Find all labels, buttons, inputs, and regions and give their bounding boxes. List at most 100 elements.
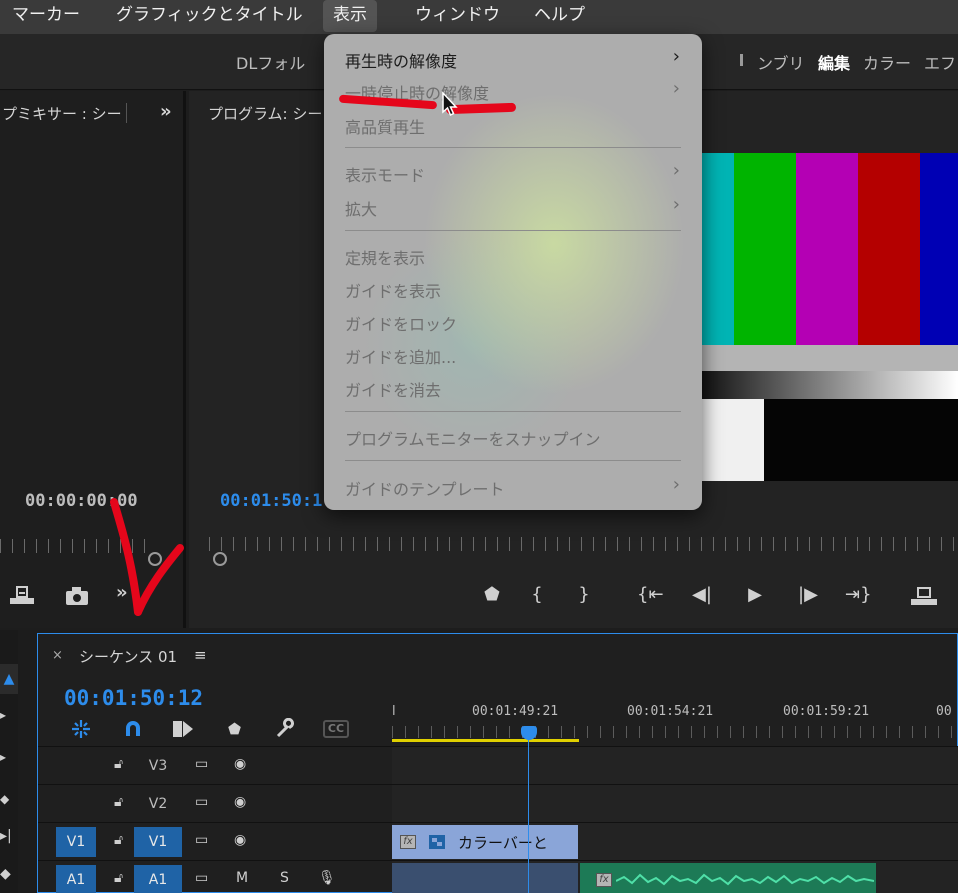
menu-item-lock-guides[interactable]: ガイドをロック xyxy=(345,311,457,335)
track-header-v1: V1 🔓︎ V1 ▭ ◉ xyxy=(38,823,392,861)
menu-item-show-guides[interactable]: ガイドを表示 xyxy=(345,278,441,302)
sync-lock-icon[interactable]: ▭ xyxy=(195,794,208,810)
clip-link-icon xyxy=(429,835,445,849)
sequence-tab[interactable]: シーケンス 01 xyxy=(79,646,177,667)
step-forward-icon[interactable]: |▶ xyxy=(795,581,821,609)
go-to-in-icon[interactable]: {⇤ xyxy=(637,581,664,609)
track-v3: 🔓︎ V3 ▭ ◉ xyxy=(38,746,958,785)
program-monitor-title[interactable]: プログラム: シー xyxy=(208,103,322,124)
menu-graphics-and-titles[interactable]: グラフィックとタイトル xyxy=(106,0,313,32)
tools-panel: ▲ ▸ ▸ ◆ ▸| ◆ xyxy=(0,630,18,893)
menu-item-display-mode[interactable]: 表示モード xyxy=(345,162,425,186)
slip-tool-icon[interactable]: ▸| xyxy=(0,828,12,844)
lock-icon[interactable]: 🔓︎ xyxy=(114,756,123,772)
track-lane-v1[interactable]: fx カラーバーと xyxy=(392,823,958,861)
menu-item-playback-resolution[interactable]: 再生時の解像度 xyxy=(345,48,457,72)
sync-lock-icon[interactable]: ▭ xyxy=(195,870,208,886)
menu-item-high-quality-playback[interactable]: 高品質再生 xyxy=(345,114,425,138)
menu-item-guide-templates[interactable]: ガイドのテンプレート xyxy=(345,476,505,500)
nest-sequence-icon[interactable] xyxy=(70,718,92,740)
lift-icon[interactable] xyxy=(909,585,939,607)
sequence-timecode[interactable]: 00:01:50:12 xyxy=(64,686,203,710)
track-lane-a1[interactable]: fx xyxy=(392,861,958,893)
color-bars-video-frame xyxy=(700,153,958,481)
snap-magnet-icon[interactable] xyxy=(122,718,144,740)
ruler-label-4: 00 xyxy=(936,704,952,719)
lock-icon[interactable]: 🔓︎ xyxy=(114,794,123,810)
selection-tool-icon[interactable]: ▲ xyxy=(0,664,18,694)
mouse-cursor-icon xyxy=(442,92,458,117)
lock-icon[interactable]: 🔓︎ xyxy=(114,870,123,886)
red-arrow-annotation xyxy=(110,498,184,616)
program-playhead-handle[interactable] xyxy=(213,552,227,566)
add-marker-icon[interactable]: ⬟ xyxy=(228,720,241,738)
track-lane-v2[interactable] xyxy=(392,785,958,823)
ruler-label-1: 00:01:49:21 xyxy=(472,704,559,719)
workspace-tab-color[interactable]: カラー xyxy=(863,50,911,74)
sync-lock-icon[interactable]: ▭ xyxy=(195,832,208,848)
menu-separator xyxy=(345,460,681,461)
video-clip-color-bars[interactable]: fx カラーバーと xyxy=(392,825,578,859)
audio-clip-1[interactable] xyxy=(392,863,578,893)
work-area-bar[interactable] xyxy=(392,739,579,742)
eye-icon[interactable]: ◉ xyxy=(234,832,246,848)
panel-menu-icon[interactable]: ≡ xyxy=(194,646,207,664)
menu-separator xyxy=(345,147,681,148)
menu-item-zoom[interactable]: 拡大 xyxy=(345,196,377,220)
program-time-ruler[interactable] xyxy=(209,537,958,551)
fx-badge-icon: fx xyxy=(596,873,612,887)
audio-clip-2[interactable]: fx xyxy=(580,863,876,893)
track-select-tool-icon[interactable]: ▸ xyxy=(0,708,6,722)
workspace-tab-editing[interactable]: 編集 xyxy=(818,50,850,74)
menu-item-snap-in-program-monitor[interactable]: プログラムモニターをスナップイン xyxy=(345,426,601,450)
track-label-a1[interactable]: A1 xyxy=(134,865,182,893)
mark-out-icon[interactable]: } xyxy=(571,581,597,609)
track-header-v3: 🔓︎ V3 ▭ ◉ xyxy=(38,747,392,785)
lock-icon[interactable]: 🔓︎ xyxy=(114,832,123,848)
menu-view[interactable]: 表示 xyxy=(323,0,377,32)
source-patch-v1[interactable]: V1 xyxy=(56,827,96,857)
timeline-ruler[interactable] xyxy=(392,726,958,738)
close-sequence-icon[interactable]: × xyxy=(52,648,63,663)
captions-icon[interactable]: CC xyxy=(323,720,349,738)
microphone-icon[interactable]: 🎙︎ xyxy=(318,870,336,886)
workspace-tab-effects[interactable]: エフ xyxy=(924,50,956,74)
menu-marker[interactable]: マーカー xyxy=(2,0,90,32)
pen-tool-icon[interactable]: ◆ xyxy=(0,866,11,882)
export-frame-icon[interactable] xyxy=(8,584,36,606)
track-label-v1[interactable]: V1 xyxy=(134,827,182,857)
mixer-panel-title[interactable]: プミキサー : シー xyxy=(2,103,122,124)
play-icon[interactable]: ▶ xyxy=(742,581,768,609)
audio-waveform xyxy=(616,873,874,886)
menu-help[interactable]: ヘルプ xyxy=(524,0,595,32)
menu-item-add-guide[interactable]: ガイドを追加... xyxy=(345,344,456,368)
mute-button[interactable]: M xyxy=(236,870,248,886)
track-lane-v3[interactable] xyxy=(392,747,958,785)
track-label-v2[interactable]: V2 xyxy=(134,789,182,819)
project-folder-label: DLフォル xyxy=(236,54,306,73)
eye-icon[interactable]: ◉ xyxy=(234,794,246,810)
submenu-arrow-icon: › xyxy=(672,78,680,99)
wrench-settings-icon[interactable] xyxy=(274,718,296,740)
menu-bar: マーカー グラフィックとタイトル 表示 ウィンドウ ヘルプ xyxy=(0,0,958,34)
menu-window[interactable]: ウィンドウ xyxy=(405,0,510,32)
source-patch-a1[interactable]: A1 xyxy=(56,865,96,893)
menu-separator xyxy=(345,411,681,412)
add-marker-icon[interactable]: ⬟ xyxy=(479,581,505,609)
razor-tool-icon[interactable]: ◆ xyxy=(0,792,9,806)
go-to-out-icon[interactable]: ⇥} xyxy=(845,581,872,609)
mark-in-icon[interactable]: { xyxy=(524,581,550,609)
solo-button[interactable]: S xyxy=(280,870,289,886)
track-label-v3[interactable]: V3 xyxy=(134,751,182,781)
program-timecode[interactable]: 00:01:50:1 xyxy=(220,491,322,511)
step-back-icon[interactable]: ◀| xyxy=(689,581,715,609)
linked-selection-icon[interactable] xyxy=(171,718,195,740)
track-header-v2: 🔓︎ V2 ▭ ◉ xyxy=(38,785,392,823)
sync-lock-icon[interactable]: ▭ xyxy=(195,756,208,772)
ripple-tool-icon[interactable]: ▸ xyxy=(0,750,6,764)
workspace-tab-assembly[interactable]: ンブリ xyxy=(757,50,805,74)
eye-icon[interactable]: ◉ xyxy=(234,756,246,772)
menu-item-show-rulers[interactable]: 定規を表示 xyxy=(345,245,425,269)
menu-item-clear-guides[interactable]: ガイドを消去 xyxy=(345,377,441,401)
panel-overflow-icon[interactable]: » xyxy=(160,101,171,122)
